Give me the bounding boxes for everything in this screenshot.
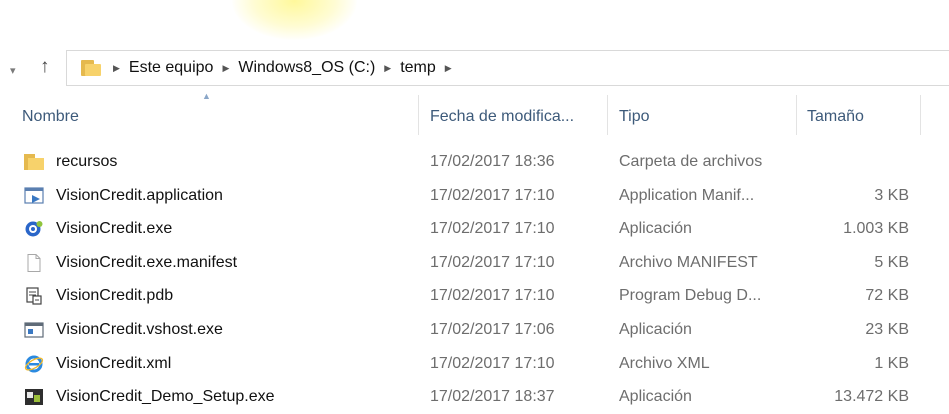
file-type: Aplicación [619, 220, 692, 237]
file-date: 17/02/2017 18:36 [430, 153, 555, 170]
column-divider[interactable] [796, 95, 797, 135]
file-name: VisionCredit.xml [56, 355, 172, 372]
file-date: 17/02/2017 17:10 [430, 355, 555, 372]
internet-explorer-icon [24, 355, 44, 373]
file-type: Carpeta de archivos [619, 153, 763, 170]
breadcrumb-separator-icon[interactable]: ▶ [445, 63, 452, 74]
file-size: 13.472 KB [834, 388, 909, 405]
file-date: 17/02/2017 18:37 [430, 388, 555, 405]
file-type: Aplicación [619, 321, 692, 338]
breadcrumb-drive[interactable]: Windows8_OS (C:) [238, 59, 375, 77]
file-name: VisionCredit.exe [56, 220, 173, 237]
breadcrumb-separator-icon[interactable]: ▶ [222, 63, 229, 74]
file-size: 5 KB [874, 254, 909, 271]
file-name: VisionCredit.vshost.exe [56, 321, 223, 338]
file-name: VisionCredit.exe.manifest [56, 254, 238, 271]
column-divider[interactable] [920, 95, 921, 135]
file-size: 23 KB [865, 321, 909, 338]
setup-exe-icon [25, 389, 43, 405]
file-row[interactable]: VisionCredit_Demo_Setup.exe 17/02/2017 1… [0, 381, 949, 414]
column-header-size[interactable]: Tamaño [807, 108, 864, 126]
file-row[interactable]: VisionCredit.exe.manifest 17/02/2017 17:… [0, 247, 949, 280]
file-date: 17/02/2017 17:10 [430, 254, 555, 271]
sort-ascending-icon: ▲ [202, 91, 211, 101]
file-type: Archivo MANIFEST [619, 254, 758, 271]
file-name: recursos [56, 153, 118, 170]
file-name: VisionCredit.application [56, 187, 223, 204]
address-bar[interactable]: ▶ Este equipo ▶ Windows8_OS (C:) ▶ temp … [66, 50, 949, 86]
breadcrumb-separator-icon[interactable]: ▶ [113, 63, 120, 74]
window-exe-icon [24, 322, 44, 338]
file-row[interactable]: VisionCredit.pdb 17/02/2017 17:10 Progra… [0, 280, 949, 313]
column-divider[interactable] [418, 95, 419, 135]
file-size: 3 KB [874, 187, 909, 204]
folder-icon [24, 154, 44, 170]
blank-file-icon [27, 254, 41, 272]
breadcrumb-temp[interactable]: temp [400, 59, 436, 77]
file-size: 1.003 KB [843, 220, 909, 237]
up-arrow-icon[interactable]: ↑ [40, 56, 50, 78]
file-name: VisionCredit_Demo_Setup.exe [56, 388, 275, 405]
file-type: Archivo XML [619, 355, 710, 372]
file-row[interactable]: VisionCredit.exe 17/02/2017 17:10 Aplica… [0, 213, 949, 246]
pdb-file-icon [26, 287, 42, 305]
file-row[interactable]: recursos 17/02/2017 18:36 Carpeta de arc… [0, 146, 949, 179]
recent-locations-chevron-icon[interactable]: ▾ [10, 64, 16, 77]
file-type: Program Debug D... [619, 287, 762, 304]
application-manifest-icon [24, 187, 44, 204]
file-date: 17/02/2017 17:10 [430, 187, 555, 204]
file-date: 17/02/2017 17:10 [430, 287, 555, 304]
file-date: 17/02/2017 17:10 [430, 220, 555, 237]
breadcrumb-separator-icon[interactable]: ▶ [384, 63, 391, 74]
decorative-glow [232, 0, 357, 40]
file-type: Aplicación [619, 388, 692, 405]
app-exe-icon [25, 221, 43, 237]
column-header-date[interactable]: Fecha de modifica... [430, 108, 574, 126]
file-row[interactable]: VisionCredit.xml 17/02/2017 17:10 Archiv… [0, 348, 949, 381]
column-divider[interactable] [607, 95, 608, 135]
file-row[interactable]: VisionCredit.application 17/02/2017 17:1… [0, 180, 949, 213]
column-header-type[interactable]: Tipo [619, 108, 650, 126]
folder-icon [81, 60, 101, 76]
file-row[interactable]: VisionCredit.vshost.exe 17/02/2017 17:06… [0, 314, 949, 347]
column-header-name[interactable]: Nombre [22, 108, 79, 126]
file-size: 1 KB [874, 355, 909, 372]
file-size: 72 KB [865, 287, 909, 304]
breadcrumb-este-equipo[interactable]: Este equipo [129, 59, 214, 77]
file-name: VisionCredit.pdb [56, 287, 174, 304]
file-date: 17/02/2017 17:06 [430, 321, 555, 338]
file-type: Application Manif... [619, 187, 755, 204]
